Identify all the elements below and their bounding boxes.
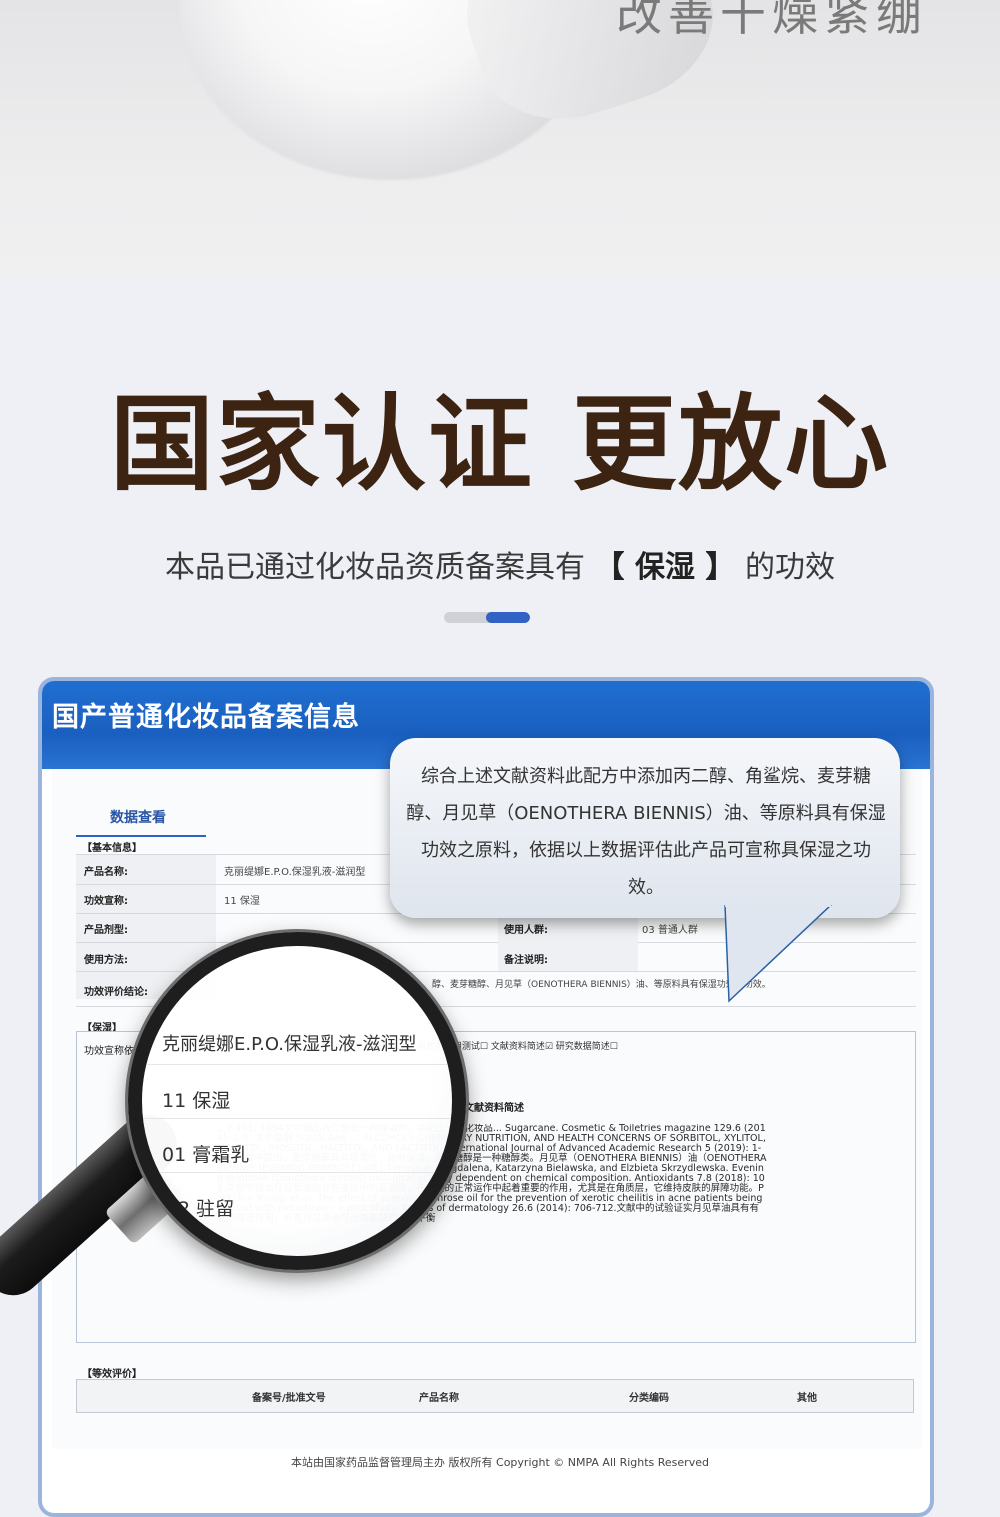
field-label: 功效评价结论:	[84, 987, 148, 998]
magnified-row: 01 膏霜乳	[162, 1144, 250, 1166]
column-header: 产品名称	[419, 1393, 459, 1404]
hero-banner: 改善干燥紧绷	[0, 0, 1000, 277]
tab-underline	[76, 835, 206, 837]
field-label: 使用方法:	[84, 955, 128, 966]
subline: 本品已通过化妆品资质备案具有 【 保湿 】 的功效	[0, 542, 1000, 586]
bubble-text: 综合上述文献资料此配方中添加丙二醇、角鲨烷、麦芽糖醇、月见草（OENOTHERA…	[406, 766, 886, 898]
field-value: 克丽缇娜E.P.O.保湿乳液-滋润型	[224, 867, 366, 878]
section-equivalence: 【等效评价】	[82, 1369, 142, 1380]
speech-bubble-tail	[724, 905, 833, 1003]
field-label: 功效宣称:	[84, 896, 128, 907]
magnified-divider	[142, 1118, 452, 1119]
headline: 国家认证 更放心	[109, 382, 891, 505]
equivalence-table-header: 备案号/批准文号 产品名称 分类编码 其他	[76, 1379, 914, 1413]
magnified-row: 2 驻留	[178, 1198, 235, 1220]
column-header: 其他	[797, 1393, 817, 1404]
magnified-row: 11 保湿	[162, 1090, 231, 1112]
field-label: 产品名称:	[84, 867, 128, 878]
literature-title: 文献资料简述	[464, 1103, 524, 1114]
card-title: 国产普通化妆品备案信息	[52, 702, 360, 733]
magnified-divider	[142, 1172, 452, 1173]
section-basic-info: 【基本信息】	[82, 843, 142, 854]
magnified-row: 克丽缇娜E.P.O.保湿乳液-滋润型	[162, 1034, 417, 1055]
subline-suffix: 的功效	[744, 550, 835, 585]
copyright-footer: 本站由国家药品监督管理局主办 版权所有 Copyright © NMPA All…	[291, 1456, 709, 1469]
field-label: 产品剂型:	[84, 925, 128, 936]
speech-bubble: 综合上述文献资料此配方中添加丙二醇、角鲨烷、麦芽糖醇、月见草（OENOTHERA…	[390, 738, 900, 918]
subline-prefix: 本品已通过化妆品资质备案具有	[165, 550, 585, 585]
carousel-indicator-active	[486, 612, 530, 623]
column-header: 备案号/批准文号	[252, 1393, 326, 1404]
magnified-divider	[142, 1064, 452, 1065]
field-label: 使用人群:	[504, 925, 548, 936]
hero-slogan: 改善干燥紧绷	[616, 0, 928, 41]
carousel-indicator[interactable]	[444, 612, 530, 623]
field-label: 备注说明:	[504, 955, 548, 966]
subline-highlight: 【 保湿 】	[594, 550, 736, 585]
column-header: 分类编码	[629, 1393, 669, 1404]
field-value: 03 普通人群	[642, 925, 698, 936]
magnifying-glass-icon: 克丽缇娜E.P.O.保湿乳液-滋润型 11 保湿 01 膏霜乳 2 驻留	[128, 932, 466, 1270]
field-value: 11 保湿	[224, 896, 260, 907]
tab-data-view[interactable]: 数据查看	[110, 807, 166, 827]
